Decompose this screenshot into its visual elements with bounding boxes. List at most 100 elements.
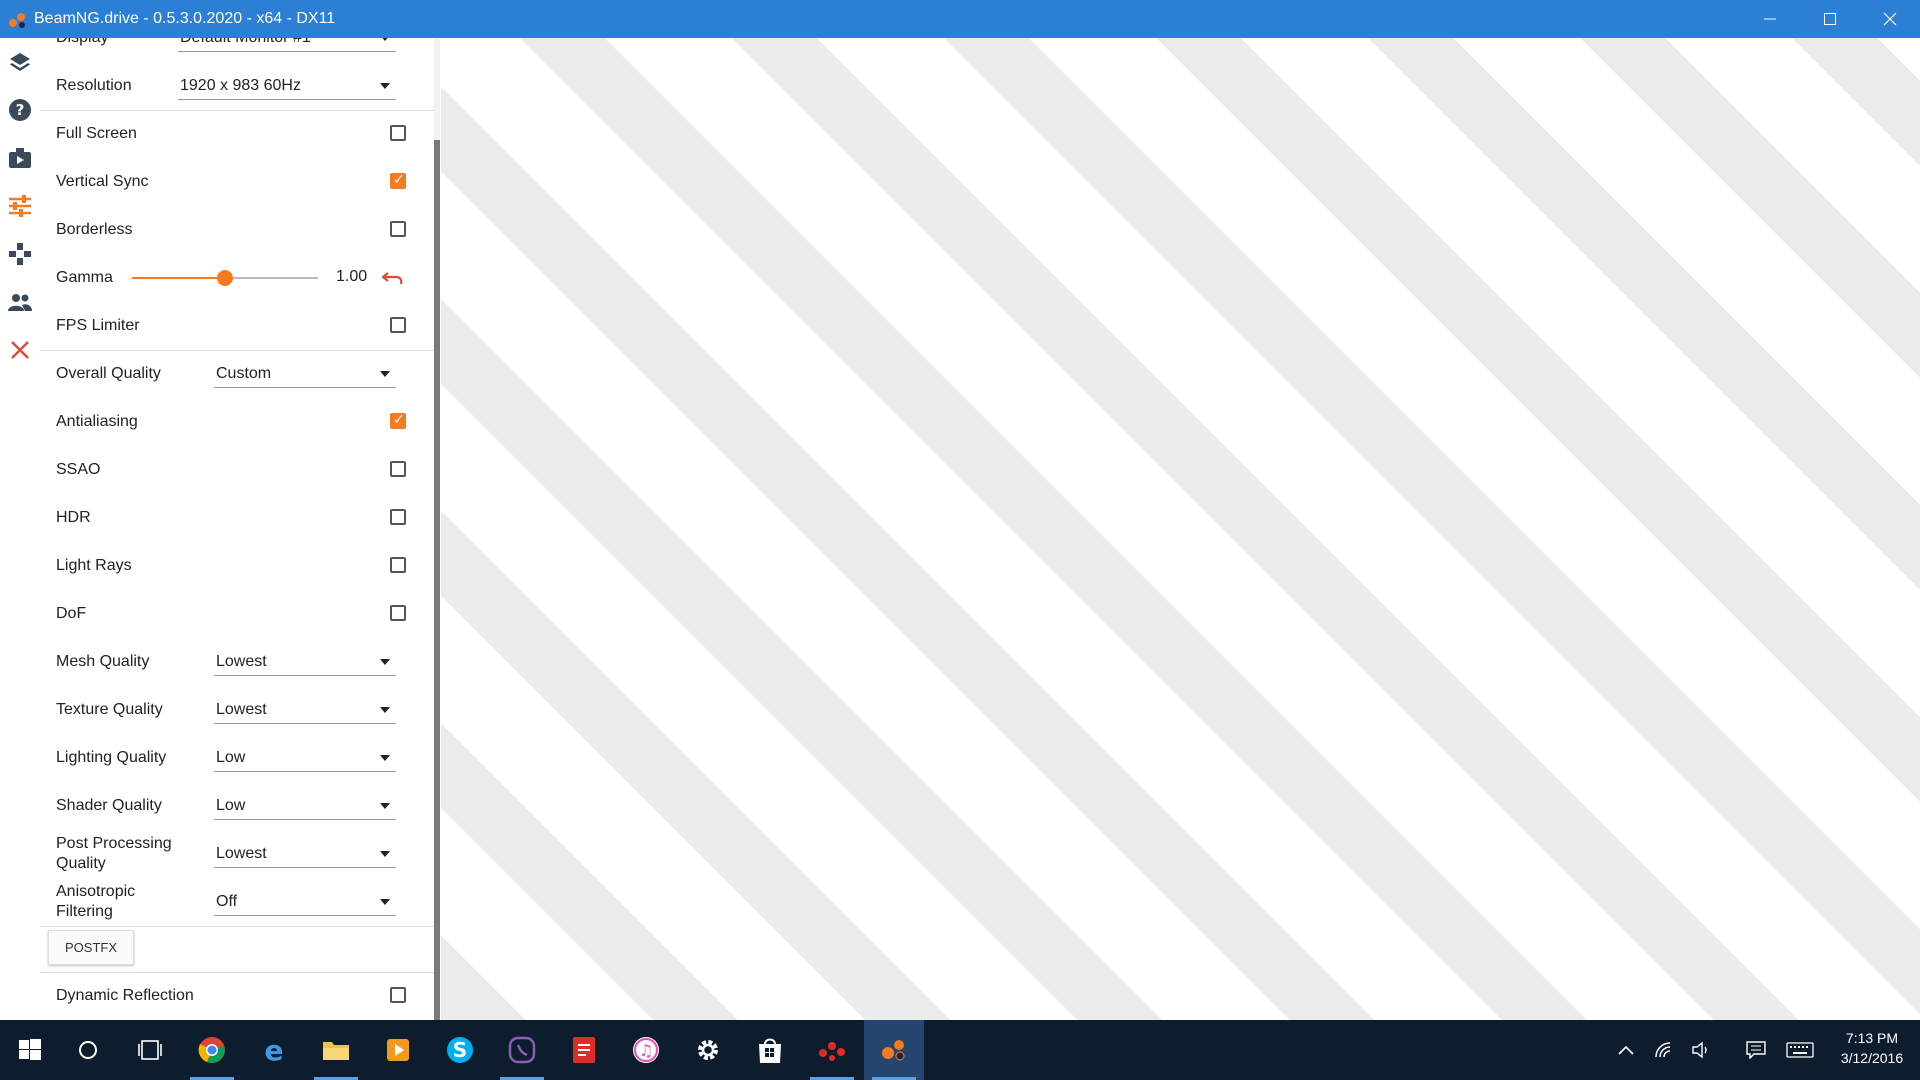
shader-quality-value: Low — [216, 797, 246, 814]
borderless-label: Borderless — [56, 221, 133, 238]
resolution-label: Resolution — [56, 77, 132, 94]
lighting-quality-value: Low — [216, 749, 246, 766]
vsync-checkbox[interactable] — [390, 172, 406, 189]
minimize-button[interactable] — [1740, 0, 1800, 38]
overall-quality-select[interactable]: Custom — [214, 361, 396, 388]
sliders-icon[interactable] — [6, 192, 34, 220]
hdr-label: HDR — [56, 509, 91, 526]
people-icon[interactable] — [6, 288, 34, 316]
skype-icon[interactable]: S — [430, 1020, 490, 1080]
post-processing-value: Lowest — [216, 845, 267, 862]
post-processing-select[interactable]: Lowest — [214, 841, 396, 868]
clock-time: 7:13 PM — [1845, 1030, 1899, 1046]
close-icon[interactable] — [6, 336, 34, 364]
maximize-button[interactable] — [1800, 0, 1860, 38]
viber-icon[interactable] — [492, 1020, 552, 1080]
lighting-quality-row: Lighting Quality Low — [40, 734, 434, 782]
beamng-logo-icon — [9, 13, 25, 28]
task-view-icon[interactable] — [120, 1020, 180, 1080]
dof-checkbox[interactable] — [390, 605, 406, 621]
chevron-down-icon — [380, 659, 390, 665]
pdf-icon[interactable] — [554, 1020, 614, 1080]
media-player-icon[interactable] — [368, 1020, 428, 1080]
antialiasing-row: Antialiasing — [40, 398, 434, 446]
chevron-down-icon — [380, 371, 390, 377]
itunes-icon[interactable]: ♫ — [616, 1020, 676, 1080]
reset-icon[interactable] — [382, 269, 404, 287]
anisotropic-label-line2: Filtering — [56, 903, 113, 920]
dynamic-reflection-row: Dynamic Reflection — [40, 972, 434, 1020]
hdr-checkbox[interactable] — [390, 509, 406, 525]
edge-icon[interactable]: e — [244, 1020, 304, 1080]
cluster-app-icon[interactable] — [802, 1020, 862, 1080]
post-processing-label-line2: Quality — [56, 855, 106, 872]
windows-start-icon[interactable] — [0, 1020, 60, 1080]
divider — [40, 926, 434, 927]
keyboard-icon[interactable] — [1780, 1020, 1820, 1080]
postfx-button[interactable]: POSTFX — [48, 930, 135, 965]
beamng-icon[interactable] — [864, 1020, 924, 1080]
file-explorer-icon[interactable] — [306, 1020, 366, 1080]
mesh-quality-label: Mesh Quality — [56, 653, 150, 670]
mesh-quality-select[interactable]: Lowest — [214, 649, 396, 676]
lighting-quality-label: Lighting Quality — [56, 749, 167, 766]
settings-gear-icon[interactable] — [678, 1020, 738, 1080]
gamma-slider-track[interactable] — [132, 270, 318, 286]
camera-icon[interactable] — [6, 144, 34, 172]
chevron-down-icon — [380, 38, 390, 41]
fps-limiter-row: FPS Limiter — [40, 302, 434, 350]
gamma-value: 1.00 — [336, 268, 368, 285]
borderless-checkbox[interactable] — [390, 221, 406, 237]
panel-scrollbar-thumb[interactable] — [434, 140, 440, 1020]
light-rays-checkbox[interactable] — [390, 557, 406, 573]
help-icon[interactable]: ? — [6, 96, 34, 124]
ssao-label: SSAO — [56, 461, 101, 478]
anisotropic-select[interactable]: Off — [214, 889, 396, 916]
maximize-icon — [1824, 13, 1836, 25]
display-value: Default Monitor #1 — [180, 38, 311, 47]
fullscreen-checkbox[interactable] — [390, 125, 406, 141]
gamma-label: Gamma — [56, 269, 113, 286]
chevron-up-icon[interactable] — [1608, 1020, 1644, 1080]
store-icon[interactable] — [740, 1020, 800, 1080]
system-clock[interactable]: 7:13 PM 3/12/2016 — [1830, 1028, 1914, 1068]
overall-quality-row: Overall Quality Custom — [40, 350, 434, 398]
fps-limiter-checkbox[interactable] — [390, 317, 406, 333]
chevron-down-icon — [380, 707, 390, 713]
lighting-quality-select[interactable]: Low — [214, 745, 396, 772]
mesh-quality-value: Lowest — [216, 653, 267, 670]
texture-quality-select[interactable]: Lowest — [214, 697, 396, 724]
fullscreen-row: Full Screen — [40, 110, 434, 158]
close-window-button[interactable] — [1860, 0, 1920, 38]
display-select[interactable]: Default Monitor #1 — [178, 38, 396, 52]
taskbar: e S ♫ 7:13 PM 3/12/2016 — [0, 1020, 1920, 1080]
game-viewport[interactable] — [441, 38, 1920, 1020]
ssao-checkbox[interactable] — [390, 461, 406, 477]
anisotropic-label-line1: Anisotropic — [56, 883, 136, 900]
shader-quality-select[interactable]: Low — [214, 793, 396, 820]
dynamic-reflection-checkbox[interactable] — [390, 987, 406, 1003]
texture-quality-value: Lowest — [216, 701, 267, 718]
network-icon[interactable] — [1646, 1020, 1682, 1080]
gamepad-icon[interactable] — [6, 240, 34, 268]
shader-quality-row: Shader Quality Low — [40, 782, 434, 830]
dof-row: DoF — [40, 590, 434, 638]
gamma-slider-fill — [132, 277, 225, 279]
search-icon[interactable] — [58, 1020, 118, 1080]
post-processing-label: Post Processing Quality — [56, 830, 172, 878]
chrome-icon[interactable] — [182, 1020, 242, 1080]
volume-icon[interactable] — [1684, 1020, 1720, 1080]
post-processing-row: Post Processing Quality Lowest — [40, 830, 434, 878]
svg-text:?: ? — [16, 101, 25, 119]
chevron-down-icon — [380, 803, 390, 809]
svg-text:♫: ♫ — [639, 1041, 653, 1060]
gamma-slider-thumb[interactable] — [217, 270, 233, 286]
close-window-icon — [1883, 12, 1897, 26]
shader-quality-label: Shader Quality — [56, 797, 162, 814]
resolution-select[interactable]: 1920 x 983 60Hz — [178, 73, 396, 100]
dof-label: DoF — [56, 605, 87, 622]
layers-icon[interactable] — [6, 48, 34, 76]
action-center-icon[interactable] — [1738, 1020, 1774, 1080]
antialiasing-checkbox[interactable] — [390, 412, 406, 429]
anisotropic-value: Off — [216, 893, 238, 910]
